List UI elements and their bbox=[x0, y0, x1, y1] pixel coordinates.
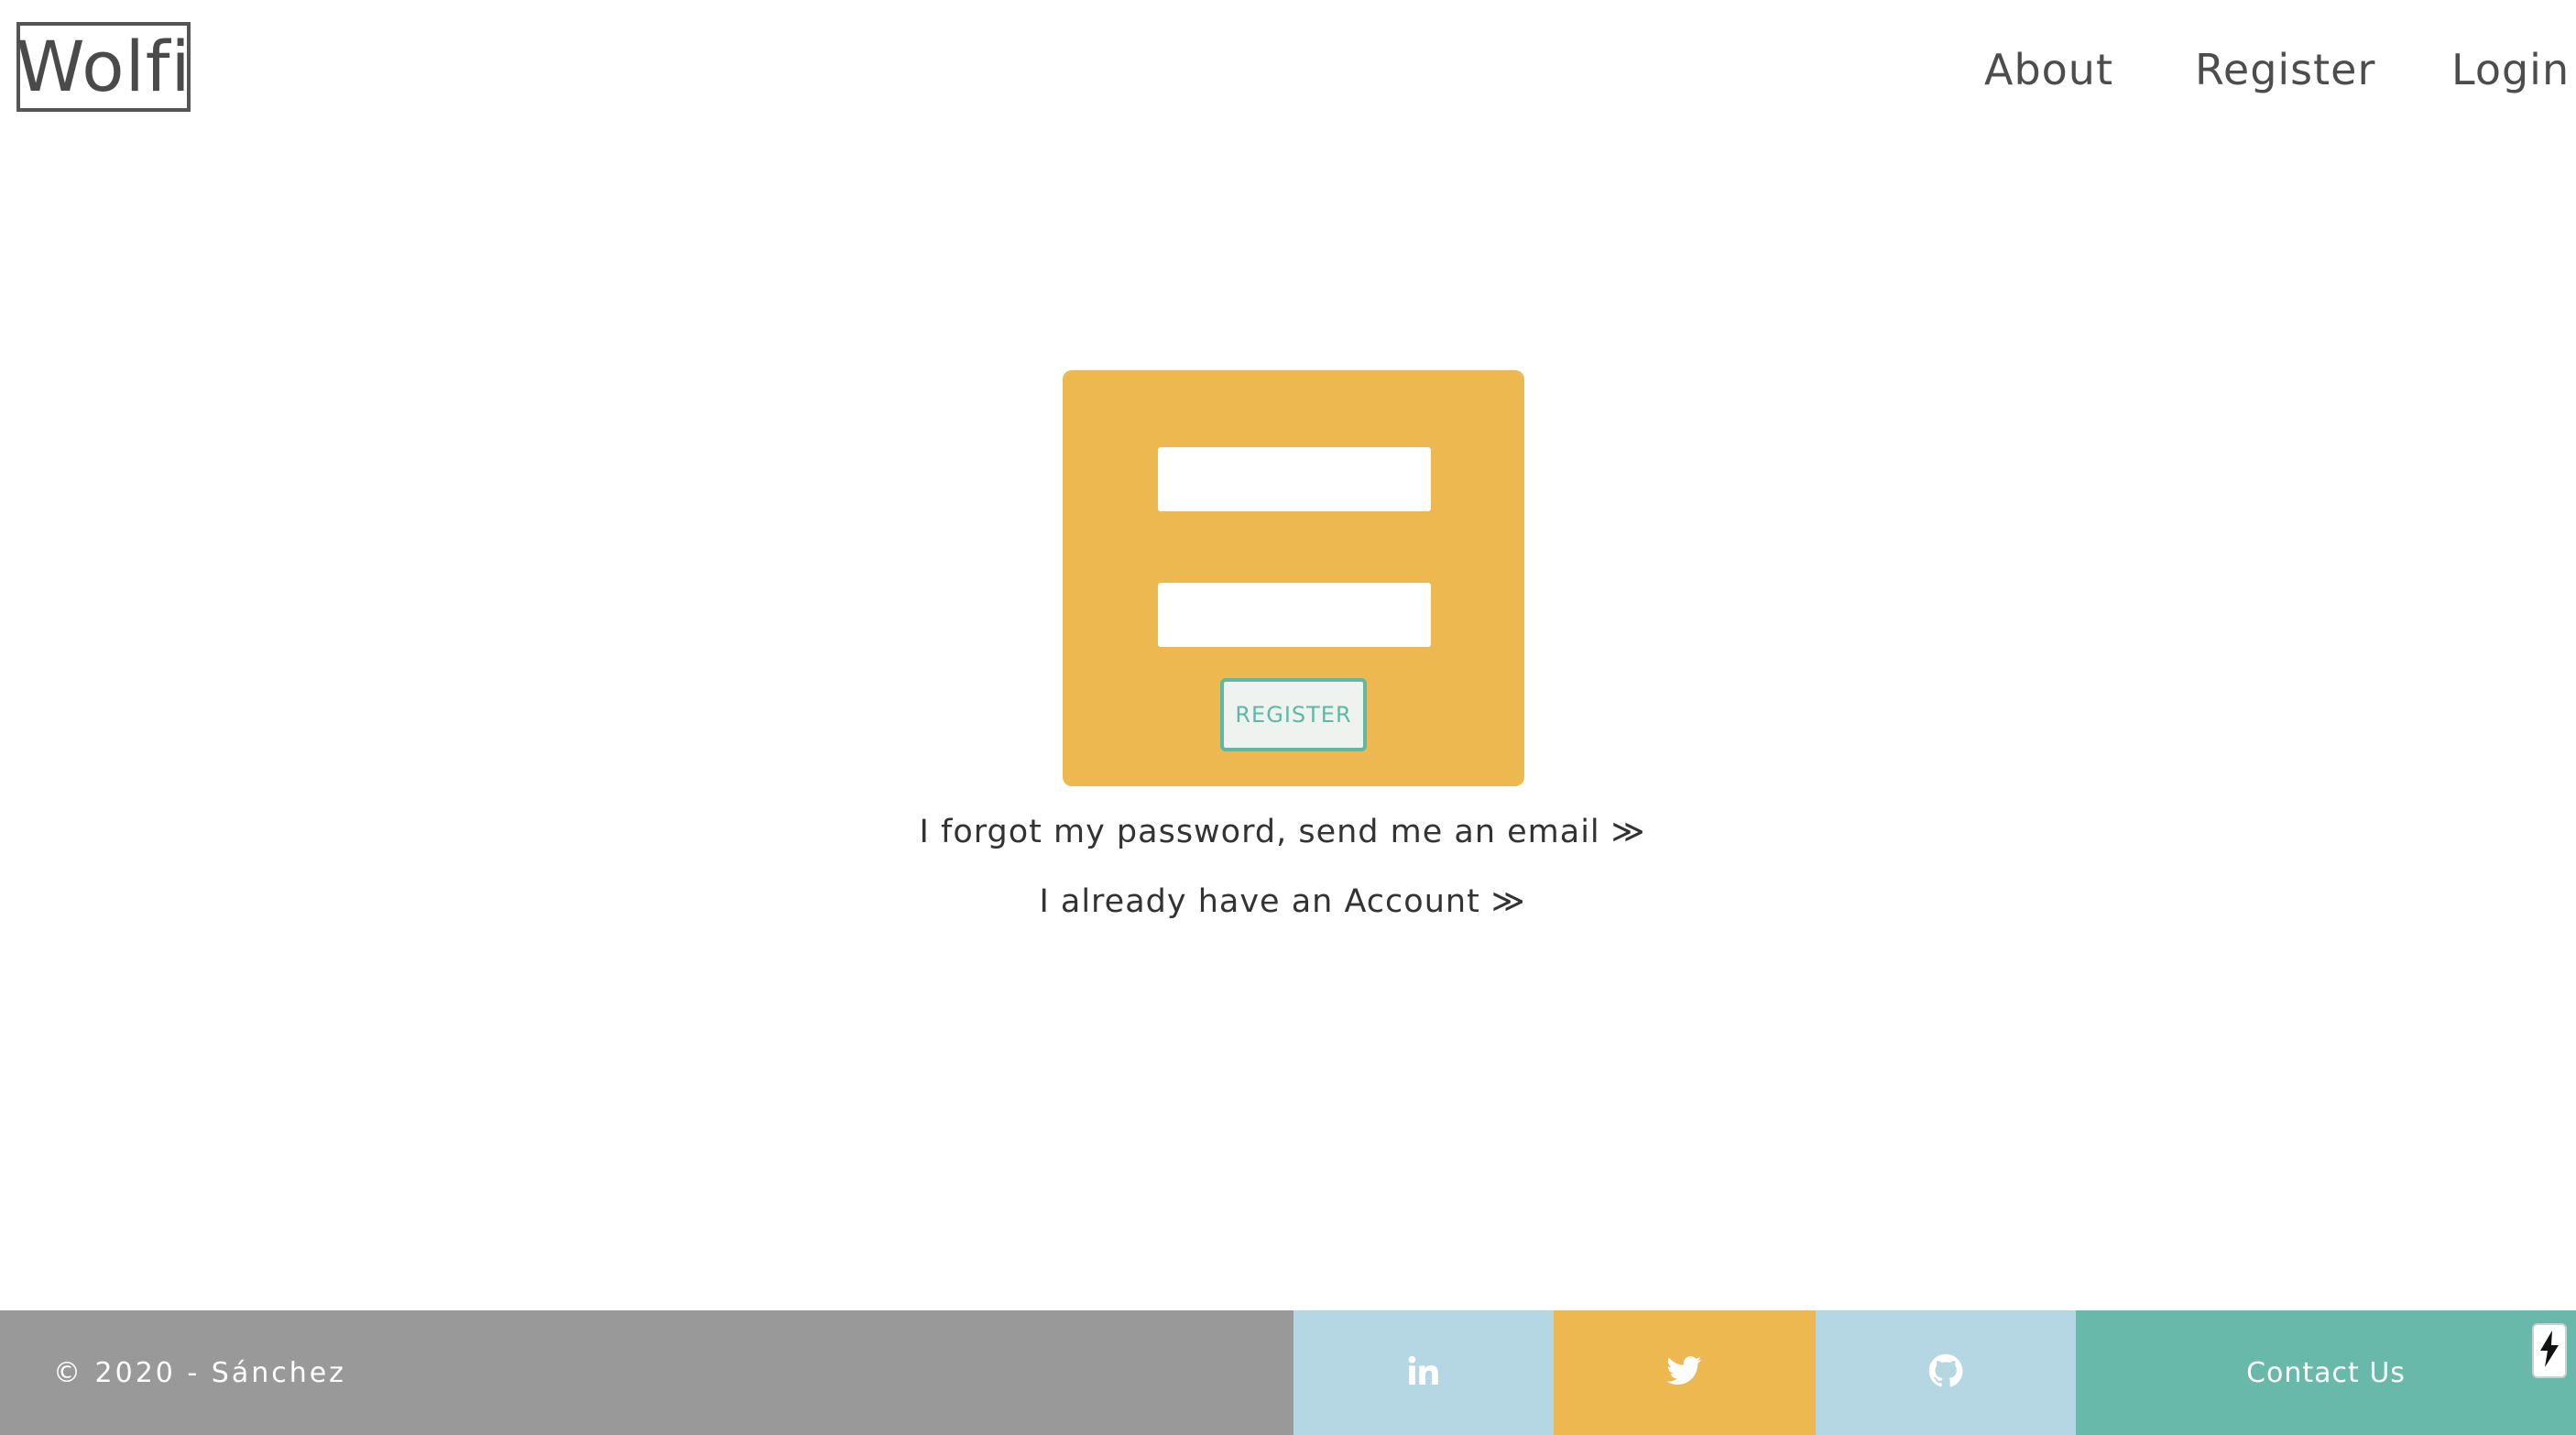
site-logo[interactable]: Wolfi bbox=[16, 22, 191, 112]
copyright-text: © 2020 - Sánchez bbox=[0, 1310, 1293, 1435]
linkedin-link[interactable] bbox=[1293, 1310, 1554, 1435]
nav-login-link[interactable]: Login bbox=[2451, 35, 2570, 104]
extension-badge[interactable] bbox=[2532, 1323, 2567, 1378]
github-link[interactable] bbox=[1816, 1310, 2076, 1435]
contact-us-button[interactable]: Contact Us bbox=[2076, 1310, 2576, 1435]
page: Wolfi About Register Login REGISTER I fo… bbox=[0, 0, 2576, 1435]
register-input-1[interactable] bbox=[1158, 447, 1431, 511]
linkedin-icon bbox=[1406, 1353, 1441, 1392]
footer: © 2020 - Sánchez Contact Us bbox=[0, 1310, 2576, 1435]
github-icon bbox=[1928, 1353, 1963, 1392]
register-form-card: REGISTER bbox=[1063, 370, 1524, 786]
twitter-link[interactable] bbox=[1554, 1310, 1816, 1435]
register-submit-button[interactable]: REGISTER bbox=[1220, 678, 1367, 751]
nav-register-link[interactable]: Register bbox=[2195, 35, 2375, 104]
twitter-icon bbox=[1666, 1355, 1702, 1390]
lightning-bolt-icon bbox=[2538, 1331, 2560, 1371]
forgot-password-link[interactable]: I forgot my password, send me an email ≫ bbox=[0, 814, 2576, 850]
existing-account-link[interactable]: I already have an Account ≫ bbox=[0, 883, 2576, 920]
nav-about-link[interactable]: About bbox=[1984, 35, 2113, 104]
register-input-2[interactable] bbox=[1158, 583, 1431, 647]
